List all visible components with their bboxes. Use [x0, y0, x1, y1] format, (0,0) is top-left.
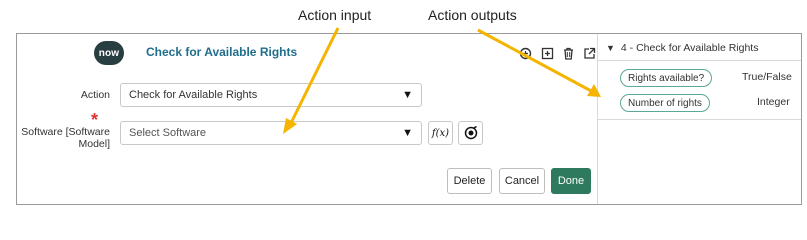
- open-external-icon[interactable]: [582, 46, 596, 60]
- caret-down-icon: ▼: [606, 43, 615, 53]
- fx-button[interactable]: f(x): [428, 121, 453, 145]
- done-button[interactable]: Done: [551, 168, 591, 194]
- panel-separator: [598, 60, 801, 61]
- page-title: Check for Available Rights: [146, 45, 298, 59]
- output-type-rights-available: True/False: [742, 71, 792, 83]
- action-label: Action: [80, 89, 110, 101]
- software-label-line2: Model]: [78, 138, 110, 150]
- action-select[interactable]: Check for Available Rights ▼: [120, 83, 422, 107]
- action-input-callout: Action input: [298, 7, 372, 23]
- outputs-panel-title: 4 - Check for Available Rights: [620, 42, 759, 54]
- software-label: Software [Software Model]: [20, 126, 110, 150]
- cancel-button[interactable]: Cancel: [499, 168, 545, 194]
- stage: Action input Action outputs now Check fo…: [0, 0, 807, 218]
- data-pill-picker-button[interactable]: [458, 121, 483, 145]
- software-select[interactable]: Select Software ▼: [120, 121, 422, 145]
- panel-separator: [598, 119, 801, 120]
- chevron-down-icon: ▼: [402, 127, 413, 139]
- software-select-placeholder: Select Software: [129, 127, 207, 139]
- software-label-line1: Software [Software: [21, 126, 110, 138]
- outputs-panel-header[interactable]: ▼ 4 - Check for Available Rights: [606, 42, 758, 54]
- pill-picker-icon: [464, 126, 477, 140]
- output-type-number-of-rights: Integer: [757, 96, 790, 108]
- action-select-value: Check for Available Rights: [129, 89, 258, 101]
- action-outputs-callout: Action outputs: [428, 7, 517, 23]
- output-pill-number-of-rights[interactable]: Number of rights: [620, 94, 710, 112]
- delete-button[interactable]: Delete: [447, 168, 492, 194]
- add-icon[interactable]: [540, 46, 554, 60]
- now-logo: now: [94, 41, 124, 65]
- output-pill-rights-available[interactable]: Rights available?: [620, 69, 713, 87]
- trash-icon[interactable]: [561, 46, 575, 60]
- copy-icon[interactable]: [518, 46, 532, 60]
- chevron-down-icon: ▼: [402, 89, 413, 101]
